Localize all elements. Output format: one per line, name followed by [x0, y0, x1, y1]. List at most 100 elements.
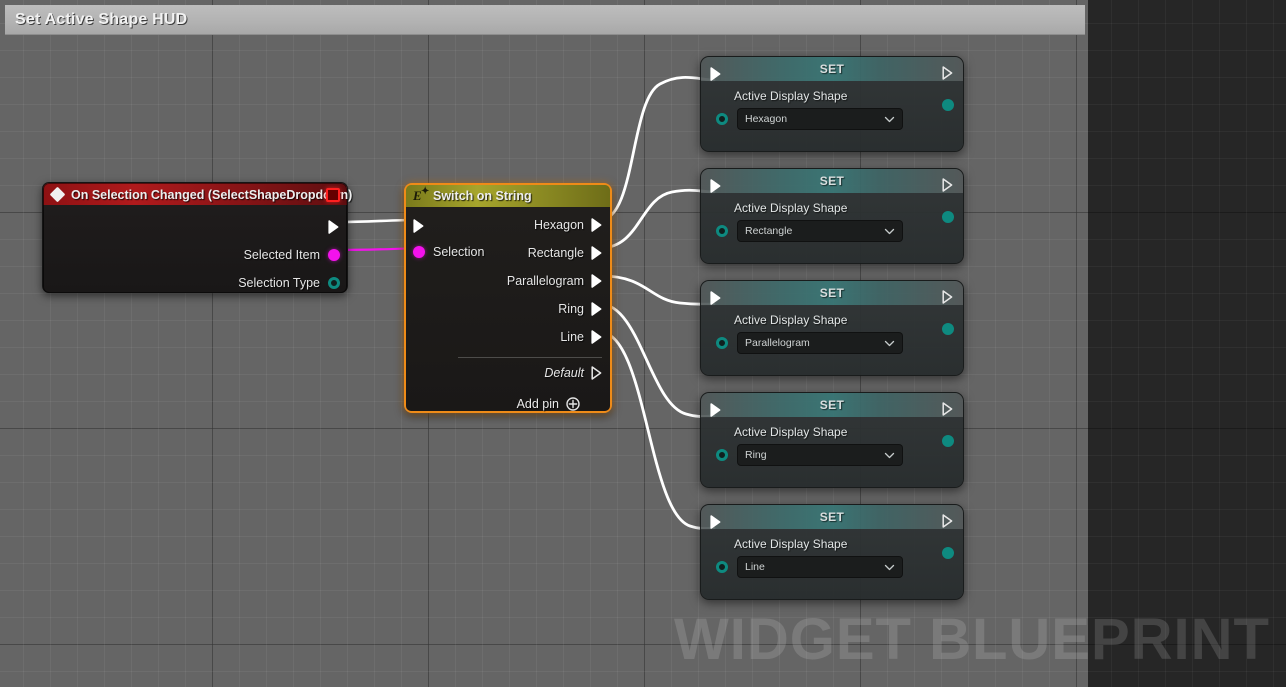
switch-node-title: Switch on String [433, 189, 532, 203]
pin-switch-selection[interactable]: Selection [413, 245, 484, 259]
pin-set-exec-out[interactable] [942, 402, 954, 416]
pin-set-exec-out[interactable] [942, 66, 954, 80]
enum-input-pin-icon[interactable] [716, 337, 728, 349]
shape-value-dropdown[interactable]: Rectangle [737, 220, 903, 242]
set-node-title: SET [819, 174, 845, 188]
add-pin-button[interactable]: Add pin [517, 397, 580, 411]
exec-pin-icon [591, 246, 602, 260]
event-node-body: Selected Item Selection Type [43, 205, 347, 293]
pin-label-ring: Ring [558, 302, 584, 316]
enum-output-pin-icon[interactable] [942, 435, 954, 447]
node-switch-on-string[interactable]: E ✦ Switch on String Selection Hexagon R… [404, 183, 612, 413]
shape-value-text: Rectangle [745, 225, 793, 237]
enum-output-pin-icon[interactable] [942, 99, 954, 111]
chevron-down-icon [884, 340, 895, 346]
blueprint-graph-canvas[interactable]: WIDGET BLUEPRINT Set Active Shape HUD On… [0, 0, 1286, 687]
pin-switch-out-line[interactable]: Line [560, 330, 603, 344]
set-node-header: SET [701, 281, 963, 305]
node-set-active-display-shape-line[interactable]: SET Active Display Shape Line [700, 504, 964, 600]
pin-set-exec-out[interactable] [942, 290, 954, 304]
event-node-title: On Selection Changed (SelectShapeDropdow… [71, 187, 353, 202]
shape-value-text: Parallelogram [745, 337, 810, 349]
pin-event-selected-item[interactable]: Selected Item [244, 248, 340, 262]
enum-input-pin-icon[interactable] [716, 113, 728, 125]
shape-value-text: Ring [745, 449, 767, 461]
add-pin-label: Add pin [516, 397, 559, 411]
pin-label-default: Default [544, 366, 584, 380]
shape-value-text: Hexagon [745, 113, 788, 125]
enum-input-pin-icon[interactable] [716, 225, 728, 237]
set-property-label: Active Display Shape [734, 89, 848, 103]
shape-value-dropdown[interactable]: Line [737, 556, 903, 578]
enum-output-pin-icon[interactable] [942, 211, 954, 223]
node-set-active-display-shape-parallelogram[interactable]: SET Active Display Shape Parallelogram [700, 280, 964, 376]
pin-set-exec-in[interactable] [710, 291, 722, 305]
pin-label-selected-item: Selected Item [243, 248, 320, 262]
pin-set-exec-in[interactable] [710, 515, 722, 529]
pin-switch-exec-in[interactable] [413, 219, 425, 233]
set-node-title: SET [819, 398, 845, 412]
set-property-label: Active Display Shape [734, 313, 848, 327]
enum-pin-icon [328, 277, 340, 289]
pin-set-exec-in[interactable] [710, 403, 722, 417]
pin-set-exec-in[interactable] [710, 67, 722, 81]
switch-enum-icon: E ✦ [413, 186, 430, 203]
window-title-bar: Set Active Shape HUD [5, 5, 1085, 35]
plus-circle-icon [566, 397, 580, 411]
pin-switch-out-rectangle[interactable]: Rectangle [528, 246, 603, 260]
switch-node-body: Selection Hexagon Rectangle Parallelogra… [406, 207, 610, 411]
string-pin-icon [413, 246, 425, 258]
shape-value-dropdown[interactable]: Ring [737, 444, 903, 466]
exec-pin-icon [710, 403, 721, 417]
exec-pin-icon [942, 66, 953, 80]
shape-value-dropdown[interactable]: Parallelogram [737, 332, 903, 354]
event-node-header: On Selection Changed (SelectShapeDropdow… [43, 183, 352, 205]
exec-pin-icon [591, 302, 602, 316]
enum-input-pin-icon[interactable] [716, 561, 728, 573]
exec-pin-icon [942, 402, 953, 416]
enum-output-pin-icon[interactable] [942, 323, 954, 335]
set-node-body: Active Display Shape Rectangle [701, 178, 963, 263]
set-property-label: Active Display Shape [734, 425, 848, 439]
stop-recording-button[interactable] [326, 188, 340, 202]
exec-pin-icon [942, 514, 953, 528]
string-pin-icon [328, 249, 340, 261]
pin-label-selection: Selection [433, 245, 485, 259]
shape-value-dropdown[interactable]: Hexagon [737, 108, 903, 130]
pin-switch-out-hexagon[interactable]: Hexagon [534, 218, 603, 232]
set-node-title: SET [819, 62, 845, 76]
pin-label-line: Line [560, 330, 584, 344]
exec-pin-icon [942, 178, 953, 192]
pin-event-exec-out[interactable] [328, 220, 340, 234]
event-diamond-icon [49, 186, 66, 203]
shape-value-text: Line [745, 561, 765, 573]
page-title: Set Active Shape HUD [15, 10, 188, 28]
pin-set-exec-out[interactable] [942, 178, 954, 192]
set-node-title: SET [819, 510, 845, 524]
node-event-on-selection-changed[interactable]: On Selection Changed (SelectShapeDropdow… [42, 182, 352, 293]
graph-dark-region [1088, 0, 1286, 687]
set-node-header: SET [701, 505, 963, 529]
set-node-header: SET [701, 57, 963, 81]
pin-set-exec-in[interactable] [710, 179, 722, 193]
node-set-active-display-shape-hexagon[interactable]: SET Active Display Shape Hexagon [700, 56, 964, 152]
pin-section-divider [458, 357, 602, 358]
set-property-label: Active Display Shape [734, 201, 848, 215]
node-set-active-display-shape-ring[interactable]: SET Active Display Shape Ring [700, 392, 964, 488]
exec-pin-icon [942, 290, 953, 304]
node-set-active-display-shape-rectangle[interactable]: SET Active Display Shape Rectangle [700, 168, 964, 264]
pin-switch-out-default[interactable]: Default [544, 366, 603, 380]
enum-input-pin-icon[interactable] [716, 449, 728, 461]
pin-switch-out-ring[interactable]: Ring [558, 302, 603, 316]
exec-pin-icon [413, 219, 424, 233]
pin-set-exec-out[interactable] [942, 514, 954, 528]
exec-pin-icon [591, 330, 602, 344]
set-node-body: Active Display Shape Hexagon [701, 66, 963, 151]
enum-output-pin-icon[interactable] [942, 547, 954, 559]
chevron-down-icon [884, 228, 895, 234]
pin-switch-out-parallelogram[interactable]: Parallelogram [507, 274, 603, 288]
pin-event-selection-type[interactable]: Selection Type [238, 276, 340, 290]
exec-pin-icon [328, 220, 339, 234]
chevron-down-icon [884, 564, 895, 570]
chevron-down-icon [884, 116, 895, 122]
